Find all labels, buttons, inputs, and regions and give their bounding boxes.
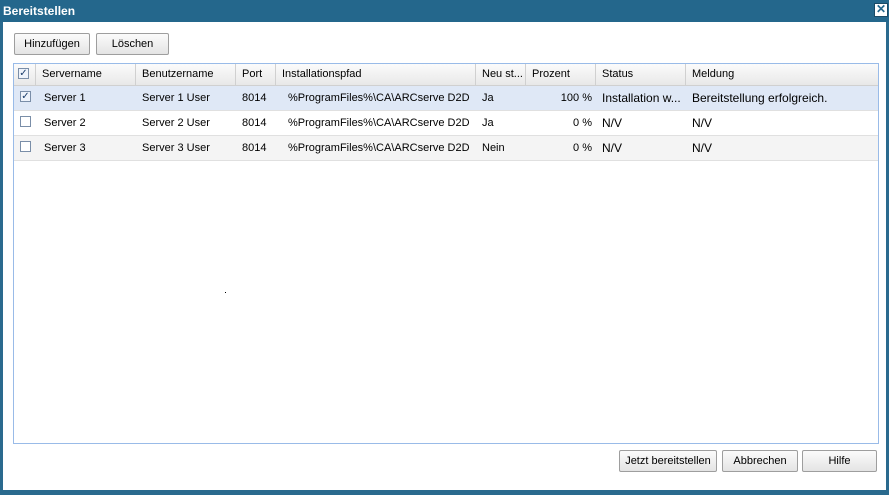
select-all-checkbox[interactable]: ✓: [18, 68, 29, 79]
cell-status: Installation w...: [602, 91, 681, 105]
table-row[interactable]: Server 2 Server 2 User 8014 %ProgramFile…: [14, 111, 878, 136]
column-header-meldung[interactable]: Meldung: [686, 64, 878, 85]
delete-button[interactable]: Löschen: [96, 33, 169, 55]
cell-servername: Server 2: [44, 117, 86, 129]
cell-port: 8014: [242, 117, 267, 129]
deploy-now-button[interactable]: Jetzt bereitstellen: [619, 450, 717, 472]
cell-meldung: Bereitstellung erfolgreich.: [692, 91, 828, 105]
cell-meldung: N/V: [692, 141, 713, 155]
cell-neustart: Ja: [482, 117, 494, 129]
grid-header: ✓ Servername Benutzername Port Installat…: [14, 64, 878, 86]
cell-servername: Server 3: [44, 142, 86, 154]
column-header-servername[interactable]: Servername: [36, 64, 136, 85]
column-header-neustart[interactable]: Neu st...: [476, 64, 526, 85]
cancel-button[interactable]: Abbrechen: [722, 450, 798, 472]
column-header-prozent[interactable]: Prozent: [526, 64, 596, 85]
dialog-content: Hinzufügen Löschen ✓ Servername Benutzer…: [3, 22, 886, 490]
column-header-status[interactable]: Status: [596, 64, 686, 85]
cell-status: N/V: [602, 116, 623, 130]
cell-port: 8014: [242, 92, 267, 104]
cell-servername: Server 1: [44, 92, 86, 104]
deploy-dialog: Bereitstellen ✕ Hinzufügen Löschen ✓ Ser…: [0, 0, 889, 495]
header-checkbox-cell: ✓: [14, 64, 36, 85]
stray-pixel: [225, 292, 226, 293]
row-checkbox[interactable]: ✓: [20, 91, 31, 102]
cell-status: N/V: [602, 141, 623, 155]
add-button[interactable]: Hinzufügen: [14, 33, 90, 55]
cell-benutzername: Server 2 User: [142, 117, 210, 129]
column-header-port[interactable]: Port: [236, 64, 276, 85]
cell-prozent: 0 %: [573, 142, 592, 154]
help-button[interactable]: Hilfe: [802, 450, 877, 472]
cell-meldung: N/V: [692, 116, 713, 130]
cell-port: 8014: [242, 142, 267, 154]
table-row[interactable]: ✓ Server 1 Server 1 User 8014 %ProgramFi…: [14, 86, 878, 111]
close-icon[interactable]: ✕: [874, 3, 888, 17]
server-grid: ✓ Servername Benutzername Port Installat…: [13, 63, 879, 444]
cell-installationspfad: %ProgramFiles%\CA\ARCserve D2D: [288, 92, 470, 104]
cell-installationspfad: %ProgramFiles%\CA\ARCserve D2D: [288, 142, 470, 154]
dialog-title: Bereitstellen: [3, 4, 76, 18]
column-header-benutzername[interactable]: Benutzername: [136, 64, 236, 85]
cell-benutzername: Server 3 User: [142, 142, 210, 154]
cell-prozent: 100 %: [560, 92, 592, 104]
cell-benutzername: Server 1 User: [142, 92, 210, 104]
title-bar: Bereitstellen ✕: [0, 0, 889, 22]
row-checkbox[interactable]: [20, 116, 31, 127]
cell-neustart: Nein: [482, 142, 505, 154]
cell-neustart: Ja: [482, 92, 494, 104]
column-header-installationspfad[interactable]: Installationspfad: [276, 64, 476, 85]
row-checkbox[interactable]: [20, 141, 31, 152]
table-row[interactable]: Server 3 Server 3 User 8014 %ProgramFile…: [14, 136, 878, 161]
cell-installationspfad: %ProgramFiles%\CA\ARCserve D2D: [288, 117, 470, 129]
cell-prozent: 0 %: [573, 117, 592, 129]
